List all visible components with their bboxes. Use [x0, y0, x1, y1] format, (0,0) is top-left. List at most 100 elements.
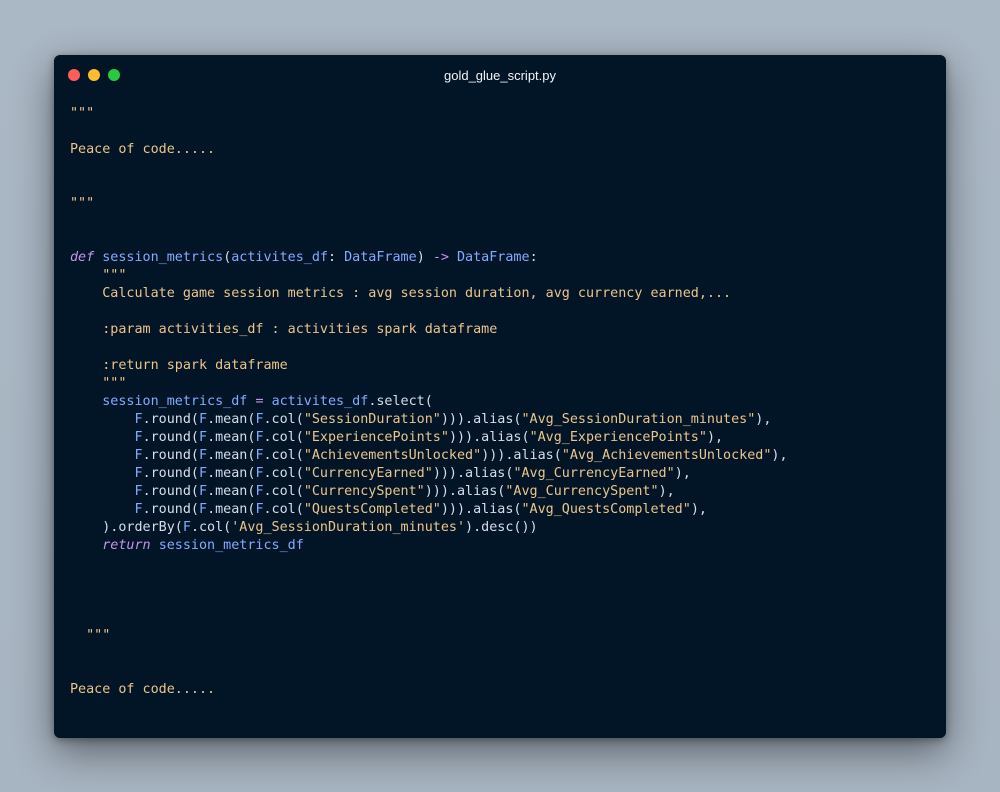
code-token: return: [102, 538, 151, 553]
code-line: ​: [70, 573, 788, 591]
code-line: ​: [70, 231, 788, 249]
code-line: Calculate game session metrics : avg ses…: [70, 285, 788, 303]
code-token: ),: [658, 484, 675, 499]
code-token: """: [70, 376, 127, 391]
code-token: session_metrics_df: [102, 394, 248, 409]
code-token: "Avg_AchievementsUnlocked": [561, 448, 772, 463]
code-line: ​: [70, 699, 788, 717]
code-line: ​: [70, 645, 788, 663]
code-token: ))).alias(: [481, 448, 562, 463]
code-token: F: [199, 430, 208, 445]
code-token: F: [134, 448, 143, 463]
code-token: "Avg_ExperiencePoints": [529, 430, 707, 445]
code-token: .round(: [142, 412, 199, 427]
code-token: "Avg_CurrencySpent": [505, 484, 659, 499]
code-token: "Avg_SessionDuration_minutes": [521, 412, 756, 427]
code-token: F: [134, 466, 143, 481]
code-token: F: [255, 466, 264, 481]
code-token: :: [529, 250, 538, 265]
code-token: ))).alias(: [440, 502, 522, 517]
code-token: F: [255, 448, 264, 463]
code-token: F: [134, 484, 143, 499]
code-token: ))).alias(: [440, 412, 522, 427]
code-token: "AchievementsUnlocked": [303, 448, 482, 463]
code-token: F: [199, 502, 208, 517]
code-token: ).orderBy(: [70, 520, 183, 535]
code-token: "CurrencyEarned": [303, 466, 433, 481]
code-line: ​: [70, 663, 788, 681]
code-line: ​: [70, 555, 788, 573]
code-token: """: [70, 628, 111, 643]
code-token: Peace of code.....: [70, 682, 216, 697]
code-line: F.round(F.mean(F.col("QuestsCompleted"))…: [70, 501, 788, 519]
code-line: ​: [70, 339, 788, 357]
code-token: :return spark dataframe: [70, 358, 288, 373]
code-token: .mean(: [207, 502, 256, 517]
code-token: """: [70, 106, 95, 121]
code-line: F.round(F.mean(F.col("AchievementsUnlock…: [70, 447, 788, 465]
code-token: .select(: [368, 394, 433, 409]
code-line: ​: [70, 303, 788, 321]
code-line: ​: [70, 123, 788, 141]
code-token: .round(: [142, 484, 199, 499]
code-line: F.round(F.mean(F.col("CurrencySpent"))).…: [70, 483, 788, 501]
code-line: ​: [70, 213, 788, 231]
code-token: F: [199, 448, 208, 463]
code-token: ),: [690, 502, 707, 517]
code-token: def: [70, 250, 95, 265]
code-token: F: [134, 430, 143, 445]
code-token: .col(: [263, 412, 304, 427]
code-token: F: [255, 412, 264, 427]
window-title: gold_glue_script.py: [443, 68, 557, 83]
code-line: ​: [70, 159, 788, 177]
code-token: .col(: [263, 466, 304, 481]
code-token: .mean(: [207, 430, 256, 445]
code-token: ))).alias(: [432, 466, 514, 481]
code-token: DataFrame: [344, 250, 417, 265]
code-token: session_metrics: [102, 250, 224, 265]
code-token: "CurrencySpent": [303, 484, 425, 499]
code-line: def session_metrics(activites_df: DataFr…: [70, 249, 788, 267]
code-line: F.round(F.mean(F.col("SessionDuration"))…: [70, 411, 788, 429]
code-token: .mean(: [207, 412, 256, 427]
code-editor[interactable]: """​Peace of code.....​​"""​​def session…: [70, 105, 788, 738]
code-token: ).desc()): [465, 520, 538, 535]
code-token: .mean(: [207, 484, 256, 499]
code-token: session_metrics_df: [158, 538, 304, 553]
code-token: activites_df: [231, 250, 328, 265]
code-line: ​: [70, 717, 788, 735]
code-token: .col(: [190, 520, 232, 535]
code-token: F: [134, 412, 143, 427]
code-token: =: [255, 394, 264, 409]
code-token: """: [70, 268, 127, 283]
code-token: .round(: [142, 448, 199, 463]
code-token: .round(: [142, 502, 199, 517]
code-token: F: [199, 412, 208, 427]
code-token: activites_df: [271, 394, 369, 409]
code-token: .mean(: [207, 448, 256, 463]
code-token: Peace of code.....: [70, 142, 216, 157]
code-token: :: [328, 250, 345, 265]
window-titlebar[interactable]: gold_glue_script.py: [54, 55, 946, 95]
code-token: F: [199, 484, 208, 499]
code-line: """: [70, 627, 788, 645]
code-token: .col(: [263, 448, 304, 463]
code-line: ​: [70, 177, 788, 195]
code-token: """: [70, 196, 95, 211]
code-window: gold_glue_script.py """​Peace of code...…: [54, 55, 946, 738]
code-token: ),: [706, 430, 724, 445]
code-line: Peace of code.....: [70, 681, 788, 699]
code-token: "QuestsCompleted": [303, 502, 441, 517]
code-token: .round(: [142, 430, 199, 445]
code-token: .col(: [263, 430, 304, 445]
code-token: .col(: [263, 484, 304, 499]
